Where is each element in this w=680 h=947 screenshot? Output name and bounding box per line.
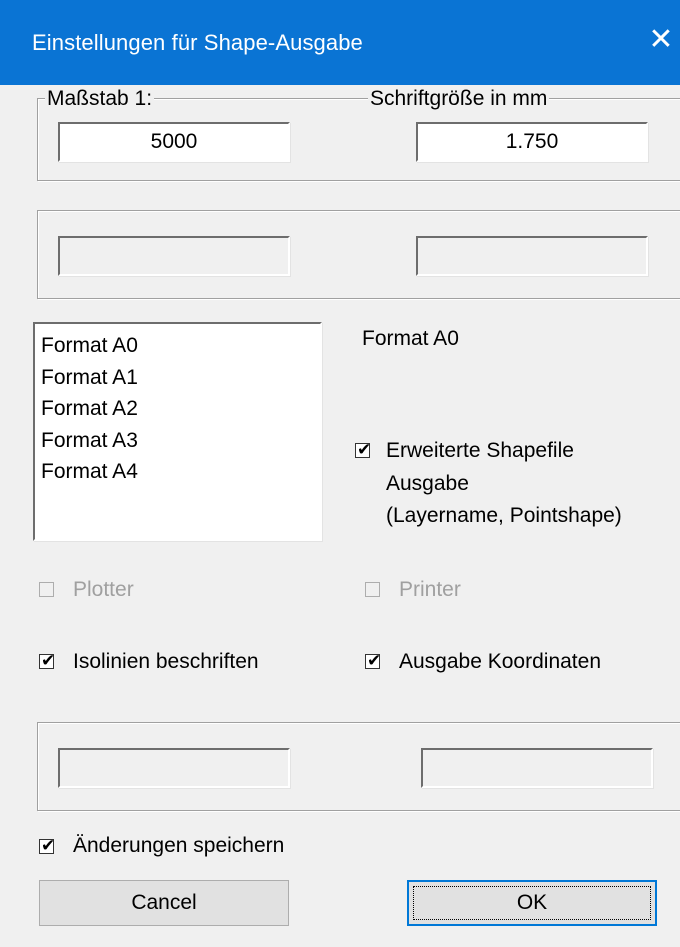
scale-input[interactable]: 5000 <box>58 122 290 162</box>
save-changes-checkbox[interactable]: ✔ <box>39 836 55 856</box>
plotter-checkbox <box>39 582 54 597</box>
list-item[interactable]: Format A4 <box>41 456 320 488</box>
list-item[interactable]: Format A3 <box>41 425 320 457</box>
format-listbox[interactable]: Format A0 Format A1 Format A2 Format A3 … <box>33 322 322 541</box>
isolines-label[interactable]: Isolinien beschriften <box>73 649 259 675</box>
font-size-input[interactable]: 1.750 <box>416 122 648 162</box>
isolines-checkbox[interactable]: ✔ <box>39 651 55 671</box>
checkmark-icon: ✔ <box>41 836 56 856</box>
disabled-field-3 <box>58 748 290 788</box>
list-item[interactable]: Format A1 <box>41 362 320 394</box>
checkmark-icon: ✔ <box>357 440 372 460</box>
extended-shapefile-checkbox[interactable]: ✔ <box>355 440 371 460</box>
save-changes-label[interactable]: Änderungen speichern <box>73 833 284 859</box>
cancel-button[interactable]: Cancel <box>39 880 289 926</box>
window-title: Einstellungen für Shape-Ausgabe <box>32 30 363 55</box>
checkmark-icon: ✔ <box>41 651 56 671</box>
checkmark-icon: ✔ <box>367 651 382 671</box>
printer-label: Printer <box>399 578 461 601</box>
font-size-label: Schriftgröße in mm <box>368 86 550 112</box>
coordinates-label[interactable]: Ausgabe Koordinaten <box>399 649 601 675</box>
disabled-field-1 <box>58 236 290 276</box>
scale-label: Maßstab 1: <box>45 86 155 112</box>
list-item[interactable]: Format A2 <box>41 393 320 425</box>
title-bar: Einstellungen für Shape-Ausgabe ✕ <box>0 0 680 85</box>
disabled-field-2 <box>416 236 648 276</box>
ok-button[interactable]: OK <box>407 880 657 926</box>
coordinates-checkbox[interactable]: ✔ <box>365 651 381 671</box>
printer-checkbox <box>365 582 380 597</box>
list-item[interactable]: Format A0 <box>41 330 320 362</box>
close-icon[interactable]: ✕ <box>648 22 674 58</box>
extended-shapefile-label-1: Erweiterte Shapefile <box>386 439 574 462</box>
disabled-field-4 <box>421 748 653 788</box>
focus-ring <box>413 886 651 920</box>
selected-format-label: Format A0 <box>362 327 459 350</box>
extended-shapefile-label-3: (Layername, Pointshape) <box>386 504 622 527</box>
extended-shapefile-label-2: Ausgabe <box>386 472 469 495</box>
plotter-label: Plotter <box>73 578 134 601</box>
